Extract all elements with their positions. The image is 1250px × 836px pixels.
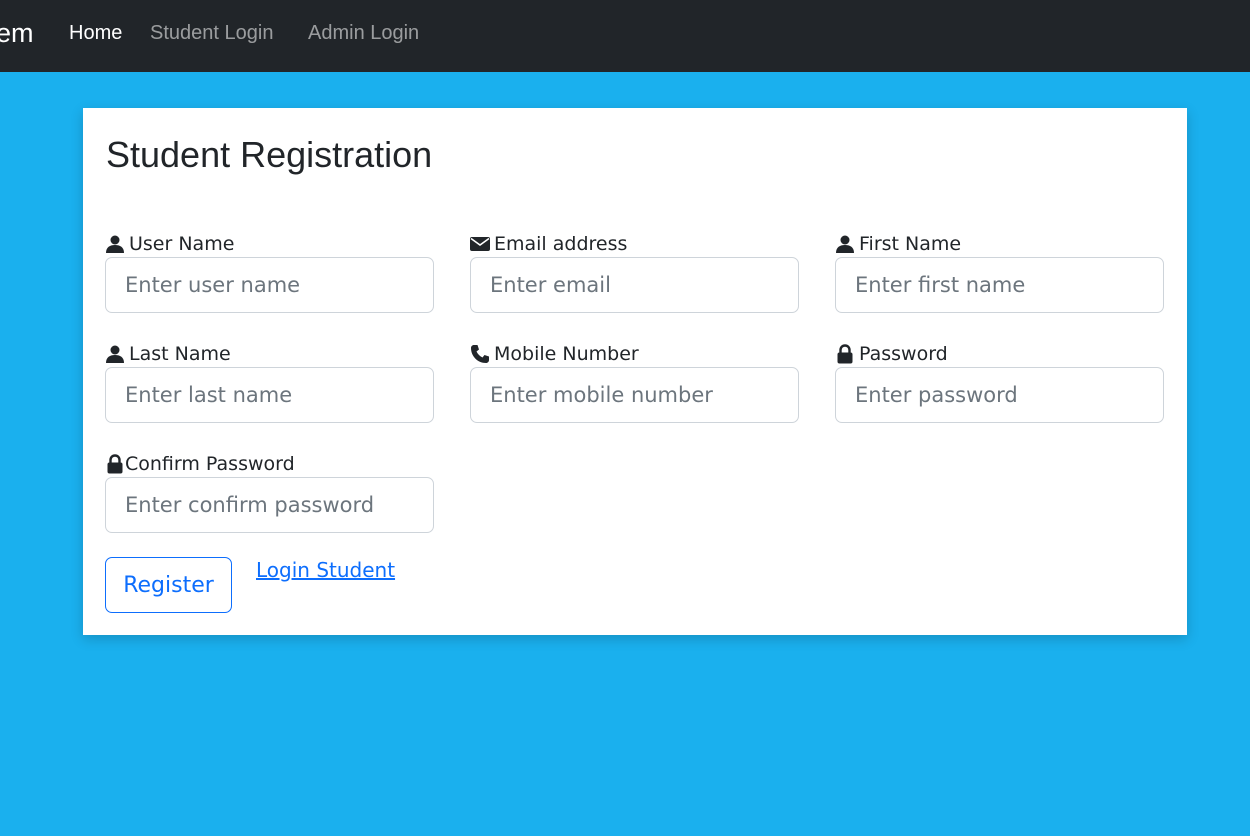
- email-label-text: Email address: [494, 233, 628, 255]
- phone-icon: [470, 344, 490, 364]
- navbar-brand[interactable]: em: [0, 17, 34, 49]
- confirm-password-label-text: Confirm Password: [125, 453, 295, 475]
- user-name-label: User Name: [105, 231, 234, 257]
- user-icon: [835, 234, 855, 254]
- password-input[interactable]: [835, 367, 1164, 423]
- user-name-input[interactable]: [105, 257, 434, 313]
- mobile-number-label-text: Mobile Number: [494, 343, 639, 365]
- confirm-password-input[interactable]: [105, 477, 434, 533]
- last-name-label: Last Name: [105, 341, 231, 367]
- password-label: Password: [835, 341, 948, 367]
- user-icon: [105, 234, 125, 254]
- nav-link-home[interactable]: Home: [69, 21, 122, 45]
- lock-icon: [835, 344, 855, 364]
- first-name-input[interactable]: [835, 257, 1164, 313]
- nav-link-admin-login[interactable]: Admin Login: [308, 21, 419, 45]
- email-label: Email address: [470, 231, 627, 257]
- envelope-icon: [470, 234, 490, 254]
- lock-icon: [105, 454, 125, 474]
- page-title: Student Registration: [106, 134, 433, 175]
- mobile-number-input[interactable]: [470, 367, 799, 423]
- mobile-number-label: Mobile Number: [470, 341, 639, 367]
- last-name-input[interactable]: [105, 367, 434, 423]
- user-name-label-text: User Name: [129, 233, 235, 255]
- login-student-link[interactable]: Login Student: [256, 557, 395, 583]
- top-navbar: em Home Student Login Admin Login: [0, 0, 1250, 72]
- last-name-label-text: Last Name: [129, 343, 231, 365]
- user-icon: [105, 344, 125, 364]
- password-label-text: Password: [859, 343, 948, 365]
- first-name-label: First Name: [835, 231, 961, 257]
- register-button[interactable]: Register: [105, 557, 232, 613]
- nav-link-student-login[interactable]: Student Login: [150, 21, 273, 45]
- email-input[interactable]: [470, 257, 799, 313]
- registration-card: Student Registration User Name Email add…: [83, 108, 1187, 635]
- first-name-label-text: First Name: [859, 233, 962, 255]
- confirm-password-label: Confirm Password: [105, 451, 295, 477]
